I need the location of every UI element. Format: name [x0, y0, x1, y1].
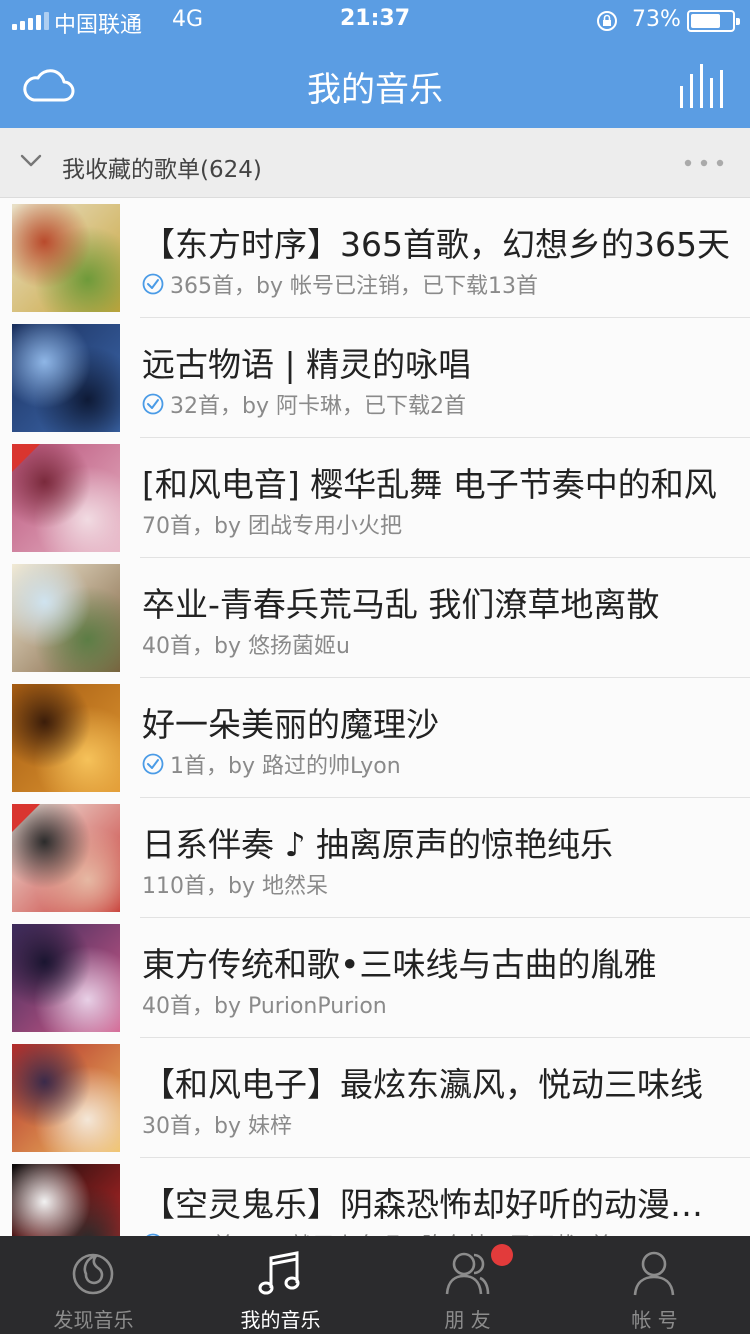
playlist-meta: 110首，by 地然呆: [142, 868, 732, 900]
page-title: 我的音乐: [307, 70, 443, 110]
playlist-meta: 40首，by 悠扬菌姬u: [142, 628, 732, 660]
playlist-meta-text: 1首，by 路过的帅Lyon: [170, 754, 401, 779]
downloaded-check-icon: [142, 393, 164, 415]
playlist-title: 日系伴奏 ♪ 抽离原声的惊艳纯乐: [142, 825, 614, 864]
account-icon: [633, 1251, 675, 1296]
playlist-meta-text: 40首，by PurionPurion: [142, 994, 387, 1019]
playlist-meta: 30首，by 妹梓: [142, 1108, 732, 1140]
discover-music-icon: [72, 1253, 114, 1295]
playlist-cover: [12, 444, 120, 552]
battery-percent: 73%: [632, 7, 681, 32]
playlist-title: 【东方时序】365首歌，幻想乡的365天: [142, 225, 730, 264]
more-dots-icon[interactable]: [684, 158, 724, 168]
playlist-meta-text: 40首，by 悠扬菌姬u: [142, 634, 350, 659]
playlist-cover: [12, 804, 120, 912]
equalizer-bars-icon[interactable]: [678, 64, 724, 108]
playlist-title: 【和风电子】最炫东瀛风，悦动三味线: [142, 1065, 703, 1104]
playlist-meta: 32首，by 阿卡琳，已下载2首: [142, 388, 732, 420]
collected-playlists-header[interactable]: 我收藏的歌单(624): [0, 128, 750, 198]
playlist-meta: 70首，by 团战专用小火把: [142, 508, 732, 540]
downloaded-check-icon: [142, 753, 164, 775]
chevron-down-icon[interactable]: [20, 152, 42, 168]
playlist-meta-text: 70首，by 团战专用小火把: [142, 514, 402, 539]
status-bar: 中国联通 4G 21:37 73%: [0, 0, 750, 42]
playlist-cover: [12, 1164, 120, 1238]
playlist-title: [和风电音] 樱华乱舞 电子节奏中的和风: [142, 465, 717, 504]
rotation-lock-icon: [597, 11, 617, 31]
playlist-cover: [12, 924, 120, 1032]
playlist-meta-text: 365首，by 帐号已注销，已下载13首: [170, 274, 538, 299]
playlist-list: 【东方时序】365首歌，幻想乡的365天 365首，by 帐号已注销，已下载13首…: [0, 198, 750, 1238]
playlist-meta: 1首，by 路过的帅Lyon: [142, 748, 732, 780]
tab-my-music[interactable]: 我的音乐: [187, 1236, 374, 1334]
playlist-meta-text: 30首，by 妹梓: [142, 1114, 292, 1139]
tab-label: 帐 号: [631, 1308, 678, 1332]
navigation-bar: 我的音乐: [0, 42, 750, 128]
battery-icon: [687, 10, 740, 32]
playlist-badge-icon: [12, 804, 40, 832]
playlist-row[interactable]: [和风电音] 樱华乱舞 电子节奏中的和风 70首，by 团战专用小火把: [0, 438, 750, 558]
playlist-title: 東方传统和歌•三味线与古曲的胤雅: [142, 945, 657, 984]
downloaded-check-icon: [142, 273, 164, 295]
playlist-row[interactable]: 【东方时序】365首歌，幻想乡的365天 365首，by 帐号已注销，已下载13首: [0, 198, 750, 318]
playlist-row[interactable]: 日系伴奏 ♪ 抽离原声的惊艳纯乐 110首，by 地然呆: [0, 798, 750, 918]
playlist-title: 好一朵美丽的魔理沙: [142, 705, 439, 744]
playlist-cover: [12, 204, 120, 312]
tab-discover-music[interactable]: 发现音乐: [0, 1236, 187, 1334]
playlist-cover: [12, 564, 120, 672]
music-note-icon: [258, 1251, 300, 1295]
playlist-title: 【空灵鬼乐】阴森恐怖却好听的动漫鬼曲: [142, 1185, 732, 1224]
playlist-title: 远古物语 | 精灵的咏唱: [142, 345, 472, 384]
tab-label: 我的音乐: [240, 1308, 321, 1332]
tab-label: 发现音乐: [53, 1308, 134, 1332]
playlist-row[interactable]: 好一朵美丽的魔理沙 1首，by 路过的帅Lyon: [0, 678, 750, 798]
playlist-meta: 365首，by 帐号已注销，已下载13首: [142, 268, 732, 300]
playlist-row[interactable]: 卒业-青春兵荒马乱 我们潦草地离散 40首，by 悠扬菌姬u: [0, 558, 750, 678]
playlist-meta-text: 110首，by 地然呆: [142, 874, 328, 899]
playlist-meta-text: 32首，by 阿卡琳，已下载2首: [170, 394, 466, 419]
playlist-row[interactable]: 【和风电子】最炫东瀛风，悦动三味线 30首，by 妹梓: [0, 1038, 750, 1158]
section-label: 我收藏的歌单(624): [62, 157, 262, 183]
playlist-row[interactable]: 【空灵鬼乐】阴森恐怖却好听的动漫鬼曲244首，by 就用小鬼吧，陈东林，已下载7…: [0, 1158, 750, 1238]
playlist-cover: [12, 1044, 120, 1152]
tab-bar: 发现音乐 我的音乐 朋 友 帐 号: [0, 1236, 750, 1334]
playlist-cover: [12, 324, 120, 432]
tab-friends[interactable]: 朋 友: [374, 1236, 561, 1334]
playlist-meta: 40首，by PurionPurion: [142, 988, 732, 1020]
playlist-row[interactable]: 远古物语 | 精灵的咏唱 32首，by 阿卡琳，已下载2首: [0, 318, 750, 438]
tab-label: 朋 友: [444, 1308, 491, 1332]
notification-dot: [491, 1244, 513, 1266]
playlist-badge-icon: [12, 444, 40, 472]
playlist-title: 卒业-青春兵荒马乱 我们潦草地离散: [142, 585, 660, 624]
playlist-row[interactable]: 東方传统和歌•三味线与古曲的胤雅 40首，by PurionPurion: [0, 918, 750, 1038]
playlist-cover: [12, 684, 120, 792]
tab-account[interactable]: 帐 号: [561, 1236, 748, 1334]
friends-icon: [445, 1252, 490, 1295]
